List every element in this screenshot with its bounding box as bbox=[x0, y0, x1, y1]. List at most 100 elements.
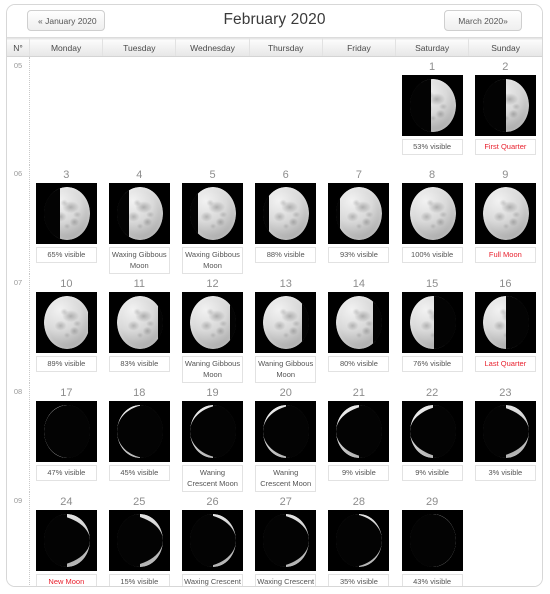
moon-lit-surface bbox=[482, 186, 529, 240]
calendar-day-cell[interactable]: 7 93% visible bbox=[322, 164, 396, 274]
day-number: 20 bbox=[279, 386, 292, 399]
moon-thumbnail[interactable] bbox=[182, 182, 243, 244]
moon-illumination-label: 83% visible bbox=[108, 355, 170, 372]
calendar-day-cell[interactable]: 10 89% visible bbox=[29, 273, 103, 383]
moon-disc bbox=[336, 186, 383, 240]
moon-thumbnail[interactable] bbox=[182, 291, 243, 353]
moon-thumbnail[interactable] bbox=[328, 400, 390, 462]
moon-shadow-edge bbox=[336, 513, 360, 567]
moon-shadow-edge bbox=[190, 513, 213, 567]
calendar-day-cell[interactable]: 26 Waxing Crescent Moon bbox=[175, 491, 250, 586]
calendar-day-cell[interactable]: 13 Waning Gibbous Moon bbox=[249, 273, 323, 383]
calendar-day-cell[interactable]: 5 Waxing Gibbous Moon bbox=[175, 164, 250, 274]
calendar-day-cell[interactable]: 9 Full Moon bbox=[468, 164, 542, 274]
moon-shadow-edge bbox=[139, 404, 163, 458]
moon-thumbnail[interactable] bbox=[108, 291, 170, 353]
moon-thumbnail[interactable] bbox=[255, 400, 317, 462]
moon-disc bbox=[43, 186, 90, 240]
calendar-day-cell[interactable]: 29 43% visible bbox=[395, 491, 469, 586]
moon-shadow-edge bbox=[505, 295, 529, 349]
moon-thumbnail[interactable] bbox=[182, 400, 243, 462]
moon-thumbnail[interactable] bbox=[255, 182, 317, 244]
next-month-button[interactable]: March 2020» bbox=[444, 10, 522, 31]
moon-thumbnail[interactable] bbox=[474, 400, 536, 462]
moon-thumbnail[interactable] bbox=[328, 291, 390, 353]
calendar-day-cell[interactable]: 28 35% visible bbox=[322, 491, 396, 586]
moon-shadow-edge bbox=[409, 513, 433, 567]
moon-thumbnail[interactable] bbox=[35, 291, 97, 353]
calendar-day-cell[interactable]: 1 53% visible bbox=[395, 56, 469, 165]
moon-illumination-label: 53% visible bbox=[401, 139, 463, 155]
day-number: 3 bbox=[63, 168, 70, 181]
moon-illumination-label: 93% visible bbox=[328, 246, 390, 263]
calendar-day-cell[interactable]: 4 Waxing Gibbous Moon bbox=[102, 164, 176, 274]
calendar-day-cell-empty bbox=[468, 491, 542, 586]
calendar-day-cell[interactable]: 15 76% visible bbox=[395, 273, 469, 383]
calendar-day-cell[interactable]: 14 80% visible bbox=[322, 273, 396, 383]
moon-thumbnail[interactable] bbox=[401, 291, 463, 353]
moon-phase-image bbox=[182, 509, 243, 571]
moon-phase-image bbox=[108, 291, 170, 353]
day-number: 19 bbox=[206, 386, 219, 399]
moon-thumbnail[interactable] bbox=[255, 291, 317, 353]
calendar-day-cell[interactable]: 20 Waning Crescent Moon bbox=[249, 382, 323, 492]
moon-thumbnail[interactable] bbox=[35, 400, 97, 462]
moon-shadow-edge bbox=[302, 295, 310, 349]
calendar-day-cell[interactable]: 2 First Quarter bbox=[468, 56, 542, 165]
moon-thumbnail[interactable] bbox=[474, 291, 536, 353]
moon-thumbnail[interactable] bbox=[401, 400, 463, 462]
day-number: 13 bbox=[279, 277, 292, 290]
calendar-week-row: 06 3 65% visible 4 Waxing Gibbous Moon 5 Waxin… bbox=[7, 164, 542, 274]
calendar-day-cell[interactable]: 6 88% visible bbox=[249, 164, 323, 274]
moon-thumbnail[interactable] bbox=[328, 509, 390, 571]
day-number: 1 bbox=[429, 61, 436, 73]
calendar-day-cell[interactable]: 17 47% visible bbox=[29, 382, 103, 492]
moon-phase-image bbox=[401, 75, 463, 136]
calendar-day-cell[interactable]: 23 3% visible bbox=[468, 382, 542, 492]
calendar-day-cell[interactable]: 21 9% visible bbox=[322, 382, 396, 492]
day-number: 10 bbox=[60, 277, 73, 290]
moon-thumbnail[interactable] bbox=[35, 182, 97, 244]
calendar-day-cell[interactable]: 12 Waning Gibbous Moon bbox=[175, 273, 250, 383]
moon-thumbnail[interactable] bbox=[35, 509, 97, 571]
moon-illumination-label: Waxing Gibbous Moon bbox=[108, 246, 170, 274]
moon-thumbnail[interactable] bbox=[328, 182, 390, 244]
calendar-day-cell[interactable]: 25 15% visible bbox=[102, 491, 176, 586]
moon-thumbnail[interactable] bbox=[474, 75, 536, 136]
calendar-day-cell[interactable]: 3 65% visible bbox=[29, 164, 103, 274]
moon-illumination-label: 100% visible bbox=[401, 246, 463, 263]
calendar-day-cell[interactable]: 19 Waning Crescent Moon bbox=[175, 382, 250, 492]
calendar-day-cell[interactable]: 27 Waxing Crescent Moon bbox=[249, 491, 323, 586]
calendar-day-cell[interactable]: 22 9% visible bbox=[395, 382, 469, 492]
moon-disc bbox=[190, 404, 236, 458]
moon-thumbnail[interactable] bbox=[108, 182, 170, 244]
moon-thumbnail[interactable] bbox=[474, 182, 536, 244]
moon-disc bbox=[263, 513, 310, 567]
moon-disc bbox=[482, 79, 529, 132]
moon-disc bbox=[116, 295, 163, 349]
calendar-day-cell[interactable]: 24 New Moon bbox=[29, 491, 103, 586]
calendar-day-cell[interactable]: 11 83% visible bbox=[102, 273, 176, 383]
calendar-day-cell[interactable]: 16 Last Quarter bbox=[468, 273, 542, 383]
moon-phase-image bbox=[401, 291, 463, 353]
moon-illumination-label: Waxing Gibbous Moon bbox=[182, 246, 243, 274]
calendar-day-cell[interactable]: 8 100% visible bbox=[395, 164, 469, 274]
moon-disc bbox=[263, 186, 310, 240]
moon-illumination-label: Waning Crescent Moon bbox=[182, 464, 243, 492]
day-header-sunday: Sunday bbox=[468, 38, 542, 57]
moon-thumbnail[interactable] bbox=[182, 509, 243, 571]
week-number-cell: 05 bbox=[7, 56, 30, 165]
moon-thumbnail[interactable] bbox=[108, 509, 170, 571]
day-number: 28 bbox=[352, 495, 366, 508]
calendar-day-cell[interactable]: 18 45% visible bbox=[102, 382, 176, 492]
moon-thumbnail[interactable] bbox=[401, 182, 463, 244]
day-number: 16 bbox=[499, 277, 512, 290]
moon-thumbnail[interactable] bbox=[255, 509, 317, 571]
moon-thumbnail[interactable] bbox=[108, 400, 170, 462]
moon-shadow-edge bbox=[433, 295, 456, 349]
moon-thumbnail[interactable] bbox=[401, 75, 463, 136]
day-header-wednesday: Wednesday bbox=[175, 38, 250, 57]
moon-phase-image bbox=[328, 291, 390, 353]
moon-phase-calendar-table: N° Monday Tuesday Wednesday Thursday Fri… bbox=[7, 38, 542, 586]
moon-thumbnail[interactable] bbox=[401, 509, 463, 571]
